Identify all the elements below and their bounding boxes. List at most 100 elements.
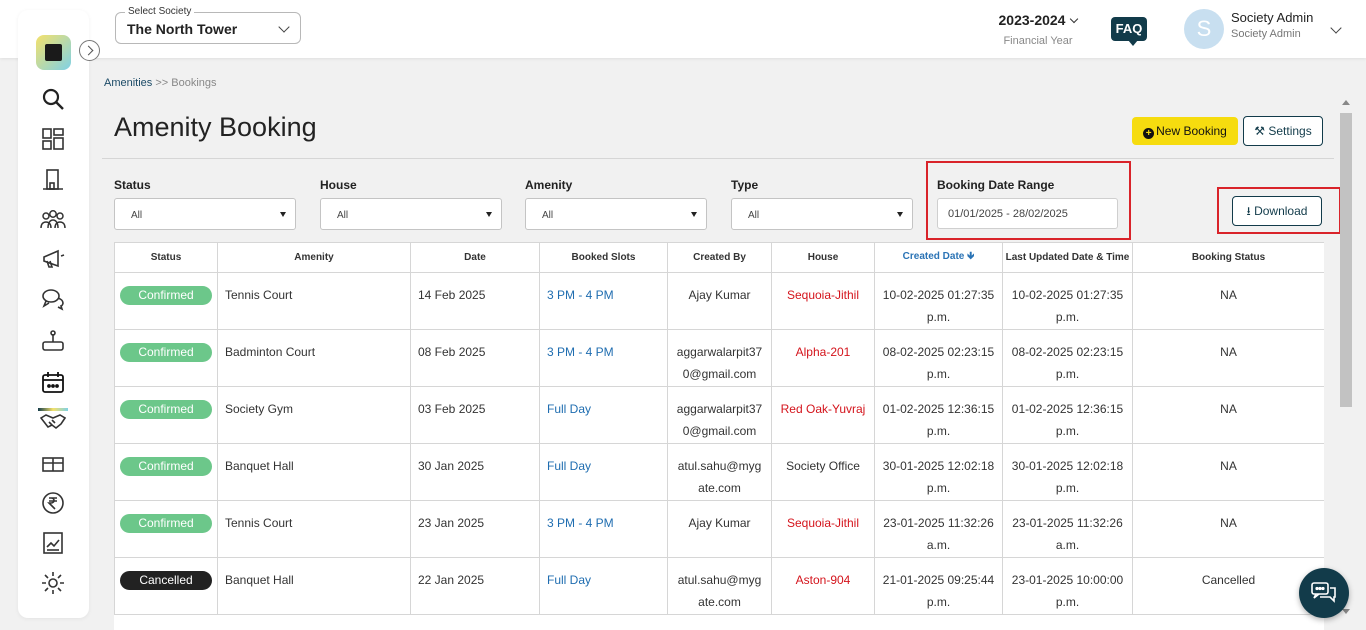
- created-by: Ajay Kumar: [688, 516, 751, 530]
- amenity-filter-select[interactable]: All: [525, 198, 707, 230]
- cell-created-date: 30-01-2025 12:02:18 p.m.: [874, 443, 1003, 501]
- column-header-created-date[interactable]: Created Date 🡻: [874, 242, 1003, 273]
- announcement-icon[interactable]: [40, 246, 66, 272]
- dropdown-arrow-icon: [691, 212, 697, 217]
- status-filter-value: All: [131, 210, 143, 221]
- dashboard-icon[interactable]: [40, 126, 66, 152]
- updated-date: 30-01-2025 12:02:18 p.m.: [1011, 459, 1124, 495]
- helpdesk-icon[interactable]: [40, 328, 66, 354]
- settings-icon[interactable]: [40, 570, 66, 596]
- booked-slot: Full Day: [547, 573, 592, 587]
- page-title: Amenity Booking: [114, 112, 317, 142]
- sort-down-icon: 🡻: [967, 251, 975, 262]
- financial-year-select[interactable]: 2023-2024 Financial Year: [990, 12, 1086, 47]
- status-pill: Confirmed: [120, 400, 212, 419]
- created-date: 10-02-2025 01:27:35 p.m.: [882, 288, 995, 324]
- house-filter-select[interactable]: All: [320, 198, 502, 230]
- financial-year-label: Financial Year: [1003, 35, 1073, 47]
- breadcrumb: Amenities >> Bookings: [104, 77, 217, 89]
- booking-status-text: Cancelled: [1201, 573, 1256, 587]
- booked-slot: 3 PM - 4 PM: [547, 516, 614, 530]
- breadcrumb-root[interactable]: Amenities: [104, 77, 152, 89]
- booking-status-text: NA: [1220, 402, 1237, 416]
- cell-house: Alpha-201: [771, 329, 875, 387]
- rupee-icon[interactable]: [40, 490, 66, 516]
- cell-booking-status: Cancelled: [1132, 557, 1324, 615]
- chat-bubbles-icon: [1311, 582, 1336, 603]
- house-link[interactable]: Red Oak-Yuvraj: [781, 402, 866, 416]
- new-booking-button[interactable]: + New Booking: [1132, 117, 1238, 145]
- table-row[interactable]: Confirmed Tennis Court 14 Feb 2025 3 PM - 4…: [114, 272, 1324, 330]
- house-filter-value: All: [337, 210, 349, 221]
- created-date: 08-02-2025 02:23:15 p.m.: [882, 345, 995, 381]
- column-header-house[interactable]: House: [771, 242, 875, 273]
- user-menu[interactable]: Society Admin Society Admin: [1231, 10, 1313, 40]
- type-filter-value: All: [748, 210, 760, 221]
- column-header-last-updated[interactable]: Last Updated Date & Time: [1002, 242, 1133, 273]
- table-row[interactable]: Confirmed Tennis Court 23 Jan 2025 3 PM - 4…: [114, 500, 1324, 558]
- cell-booking-status: NA: [1132, 329, 1324, 387]
- table-row[interactable]: Confirmed Society Gym 03 Feb 2025 Full Day a…: [114, 386, 1324, 444]
- table-row[interactable]: Cancelled Banquet Hall 22 Jan 2025 Full Day…: [114, 557, 1324, 615]
- reports-icon[interactable]: [40, 530, 66, 556]
- table-row[interactable]: Confirmed Badminton Court 08 Feb 2025 3 PM …: [114, 329, 1324, 387]
- chevron-down-icon[interactable]: [1330, 22, 1342, 34]
- type-filter-select[interactable]: All: [731, 198, 913, 230]
- sidebar-toggle-button[interactable]: [79, 40, 100, 61]
- column-header-amenity[interactable]: Amenity: [217, 242, 411, 273]
- building-icon[interactable]: [40, 166, 66, 192]
- amenity-icon[interactable]: [40, 450, 66, 476]
- booking-status-text: NA: [1220, 288, 1237, 302]
- column-header-date[interactable]: Date: [410, 242, 540, 273]
- chat-support-button[interactable]: [1299, 568, 1349, 618]
- booking-date: 23 Jan 2025: [418, 516, 485, 530]
- column-header-booked-slots[interactable]: Booked Slots: [539, 242, 668, 273]
- cell-created-by: atul.sahu@mygate.com: [667, 443, 772, 501]
- scrollbar-thumb[interactable]: [1340, 113, 1352, 407]
- dropdown-arrow-icon: [897, 212, 903, 217]
- scroll-down-icon[interactable]: [1342, 609, 1350, 614]
- cell-booked-slot: 3 PM - 4 PM: [539, 329, 668, 387]
- table-row[interactable]: Confirmed Banquet Hall 30 Jan 2025 Full Day…: [114, 443, 1324, 501]
- column-header-booking-status[interactable]: Booking Status: [1132, 242, 1324, 273]
- status-filter-select[interactable]: All: [114, 198, 296, 230]
- house-link[interactable]: Alpha-201: [796, 345, 851, 359]
- faq-button[interactable]: FAQ: [1111, 17, 1147, 46]
- cell-date: 30 Jan 2025: [410, 443, 540, 501]
- house-link[interactable]: Sequoia-Jithil: [787, 288, 859, 302]
- scroll-up-icon[interactable]: [1342, 100, 1350, 105]
- booking-status-text: NA: [1220, 459, 1237, 473]
- cell-created-by: aggarwalarpit370@gmail.com: [667, 329, 772, 387]
- chat-icon[interactable]: [40, 286, 66, 312]
- booking-date: 08 Feb 2025: [418, 345, 486, 359]
- cell-booked-slot: Full Day: [539, 557, 668, 615]
- handshake-icon[interactable]: [39, 408, 67, 434]
- new-booking-label: New Booking: [1156, 124, 1227, 138]
- settings-button[interactable]: ⚒ Settings: [1243, 116, 1323, 146]
- cell-status: Confirmed: [114, 500, 218, 558]
- amenity-name: Tennis Court: [225, 288, 293, 302]
- cell-amenity: Banquet Hall: [217, 557, 411, 615]
- members-icon[interactable]: [40, 206, 66, 232]
- vertical-scrollbar[interactable]: [1340, 97, 1352, 617]
- cell-date: 03 Feb 2025: [410, 386, 540, 444]
- avatar[interactable]: S: [1184, 9, 1224, 49]
- updated-date: 01-02-2025 12:36:15 p.m.: [1011, 402, 1124, 438]
- column-header-status[interactable]: Status: [114, 242, 218, 273]
- wrench-icon: ⚒: [1254, 124, 1266, 138]
- search-icon[interactable]: [40, 86, 66, 112]
- calendar-icon[interactable]: [40, 370, 66, 396]
- created-by: aggarwalarpit370@gmail.com: [676, 345, 763, 381]
- house-link[interactable]: Society Office: [786, 459, 860, 473]
- society-select[interactable]: Select Society The North Tower: [115, 6, 301, 44]
- app-logo[interactable]: [36, 35, 71, 70]
- cell-created-date: 10-02-2025 01:27:35 p.m.: [874, 272, 1003, 330]
- booking-date: 03 Feb 2025: [418, 402, 486, 416]
- amenity-name: Tennis Court: [225, 516, 293, 530]
- column-header-created-by[interactable]: Created By: [667, 242, 772, 273]
- booked-slot: 3 PM - 4 PM: [547, 288, 614, 302]
- house-link[interactable]: Aston-904: [796, 573, 851, 587]
- house-link[interactable]: Sequoia-Jithil: [787, 516, 859, 530]
- created-by: atul.sahu@mygate.com: [677, 573, 762, 609]
- booked-slot: Full Day: [547, 459, 592, 473]
